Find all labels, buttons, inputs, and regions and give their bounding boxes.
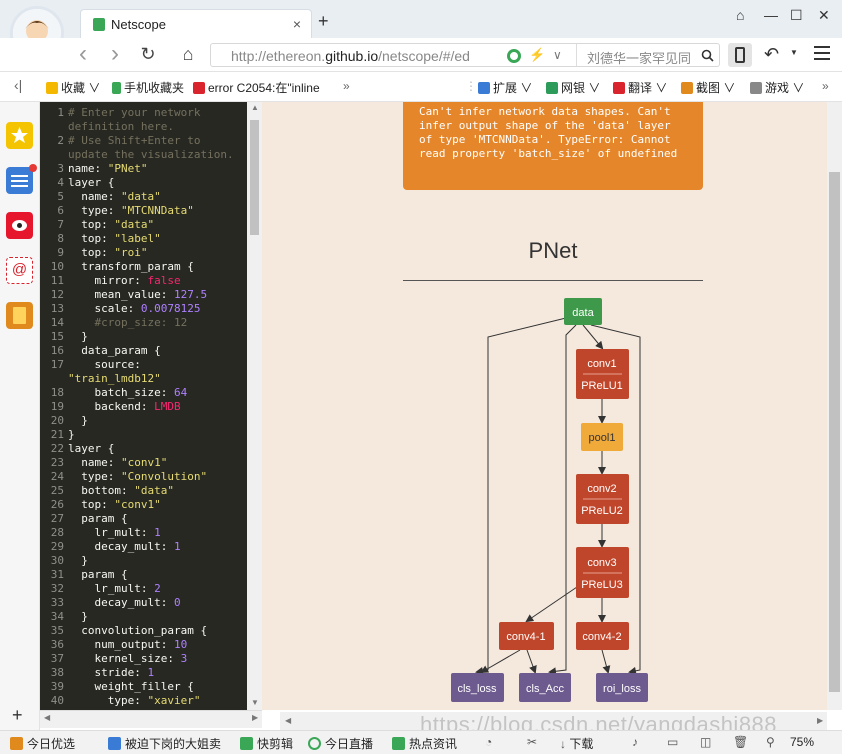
status-download[interactable]: ↓ 下载 (560, 735, 593, 752)
status-live[interactable]: 今日直播 (308, 735, 373, 752)
node-conv3-sub: PReLU3 (581, 579, 623, 591)
node-cls_Acc-label: cls_Acc (526, 683, 564, 695)
node-conv1[interactable]: conv1 PReLU1 (576, 349, 629, 399)
live-icon (308, 737, 321, 750)
node-conv4-2[interactable]: conv4-2 (576, 622, 629, 650)
hot-icon (392, 737, 405, 750)
node-pool1-label: pool1 (589, 432, 616, 444)
node-conv1-label: conv1 (587, 358, 616, 370)
node-roi_loss-label: roi_loss (603, 683, 641, 695)
node-conv2-label: conv2 (587, 483, 616, 495)
status-window-icon[interactable]: ◫ (700, 735, 711, 749)
node-conv4-1[interactable]: conv4-1 (499, 622, 554, 650)
node-pool1[interactable]: pool1 (581, 423, 623, 451)
node-cls_Acc[interactable]: cls_Acc (519, 673, 571, 702)
page-scroll-thumb[interactable] (829, 172, 840, 692)
edge-conv4-2-roi_loss (601, 649, 611, 674)
page-scroll-left-icon[interactable]: ◀ (285, 716, 291, 725)
node-cls_loss-label: cls_loss (457, 683, 497, 695)
node-conv2-sub: PReLU2 (581, 505, 623, 517)
status-today-picks[interactable]: 今日优选 (10, 735, 75, 752)
status-screen-icon[interactable]: ▭ (667, 735, 678, 749)
download-icon: ↓ (560, 737, 570, 751)
node-conv4-1-label: conv4-1 (506, 631, 545, 643)
zoom-level[interactable]: 75% (790, 735, 814, 749)
video-icon (240, 737, 253, 750)
status-hot-news[interactable]: 热点资讯 (392, 735, 457, 752)
node-cls_loss[interactable]: cls_loss (451, 673, 504, 702)
gift-icon (10, 737, 23, 750)
node-conv1-sub: PReLU1 (581, 380, 623, 392)
node-conv4-2-label: conv4-2 (582, 631, 621, 643)
status-zoom-search-icon[interactable]: ⚲ (766, 735, 775, 749)
node-roi_loss[interactable]: roi_loss (596, 673, 648, 702)
node-conv2[interactable]: conv2 PReLU2 (576, 474, 629, 524)
edge-conv4-1-cls_Acc (526, 649, 537, 674)
edge-data-cls_Acc (548, 324, 577, 676)
node-conv3[interactable]: conv3 PReLU3 (576, 547, 629, 598)
status-trash-icon[interactable]: 🗑 (733, 735, 748, 749)
status-sound-icon[interactable]: ♪ (632, 735, 638, 749)
node-conv3-label: conv3 (587, 557, 616, 569)
status-tools-icon[interactable]: ✂ (527, 735, 537, 749)
status-quick-edit[interactable]: 快剪辑 (240, 735, 293, 752)
page-scroll-right-icon[interactable]: ▶ (817, 716, 823, 725)
network-graph: data conv1 PReLU1 pool1 conv2 PReLU2 conv3… (451, 298, 648, 702)
status-speed-icon[interactable]: ◔ (485, 735, 492, 749)
edge-data-cls_loss (475, 317, 567, 675)
node-data-label: data (572, 307, 594, 319)
news-icon (108, 737, 121, 750)
status-news-headline[interactable]: 被迫下岗的大姐卖 (108, 735, 221, 752)
node-data[interactable]: data (564, 298, 602, 325)
edge-data-conv1 (582, 324, 604, 350)
edge-conv3-conv4-1 (525, 586, 578, 623)
